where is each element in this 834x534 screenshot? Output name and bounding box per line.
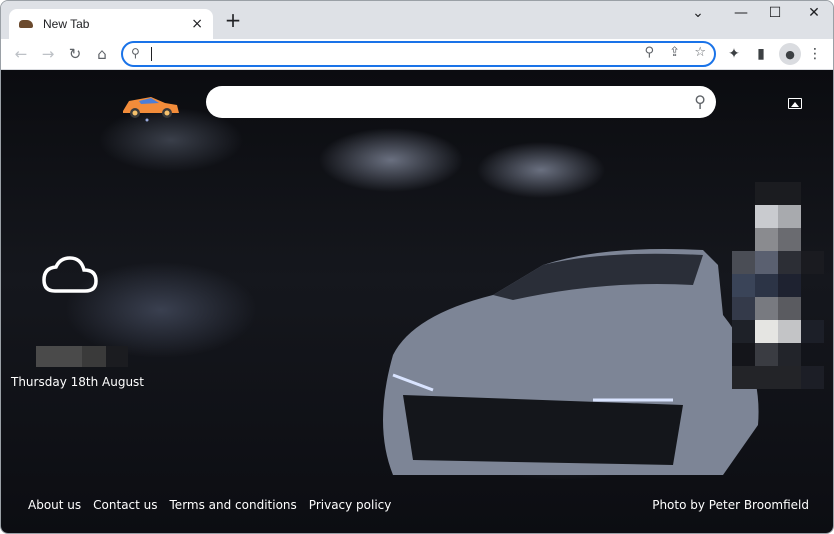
browser-toolbar: ← → ↻ ⌂ ⚲ ⚲ ⇪ ☆ ✦ ▮ ● ⋮: [1, 39, 833, 70]
cloud-weather-icon: [42, 256, 98, 293]
pixelated-region: [732, 182, 824, 392]
reload-button[interactable]: ↻: [65, 44, 85, 64]
tab-new-tab[interactable]: New Tab ×: [9, 9, 213, 39]
about-us-link[interactable]: About us: [28, 498, 81, 512]
tab-title: New Tab: [43, 17, 90, 31]
sports-car-logo: [123, 97, 179, 122]
car-favicon-icon: [19, 20, 33, 28]
maximize-button[interactable]: ☐: [760, 5, 790, 25]
terms-link[interactable]: Terms and conditions: [170, 498, 297, 512]
current-date: Thursday 18th August: [11, 375, 145, 389]
home-button[interactable]: ⌂: [92, 44, 112, 64]
share-icon[interactable]: ⇪: [669, 45, 680, 60]
profile-avatar-icon[interactable]: ●: [779, 43, 801, 65]
close-tab-icon[interactable]: ×: [191, 16, 203, 32]
side-panel-icon[interactable]: ▮: [751, 44, 771, 64]
temperature-unit: [106, 346, 128, 367]
address-bar[interactable]: ⚲ ⚲ ⇪ ☆: [121, 41, 716, 67]
contact-us-link[interactable]: Contact us: [93, 498, 157, 512]
minimize-button[interactable]: —: [726, 5, 756, 25]
menu-kebab-icon[interactable]: ⋮: [805, 44, 825, 64]
privacy-policy-link[interactable]: Privacy policy: [309, 498, 392, 512]
close-window-button[interactable]: ✕: [799, 5, 829, 25]
search-icon: ⚲: [131, 46, 140, 60]
forward-button[interactable]: →: [38, 44, 58, 64]
new-tab-page: ⚲ Thursday 18th August About us Contact …: [1, 70, 833, 533]
extensions-puzzle-icon[interactable]: ✦: [724, 44, 744, 64]
bookmark-star-icon[interactable]: ☆: [694, 45, 706, 60]
back-button[interactable]: ←: [11, 44, 31, 64]
temperature-readout: [36, 346, 106, 367]
tab-search-button[interactable]: ⌄: [683, 5, 713, 25]
background-car-image: [383, 249, 759, 475]
location-icon[interactable]: ⚲: [644, 45, 654, 60]
browser-window: New Tab × + ⌄ — ☐ ✕ ← → ↻ ⌂ ⚲ ⚲ ⇪ ☆ ✦ ▮ …: [0, 0, 834, 534]
text-caret: [151, 47, 152, 61]
new-tab-button[interactable]: +: [223, 10, 243, 31]
tab-strip: New Tab × + ⌄ — ☐ ✕: [1, 1, 833, 39]
search-bar[interactable]: ⚲: [206, 86, 716, 118]
change-background-image-icon[interactable]: [788, 98, 802, 109]
footer-links: About us Contact us Terms and conditions…: [28, 498, 391, 512]
search-icon[interactable]: ⚲: [694, 92, 706, 111]
photo-credit[interactable]: Photo by Peter Broomfield: [652, 498, 809, 512]
